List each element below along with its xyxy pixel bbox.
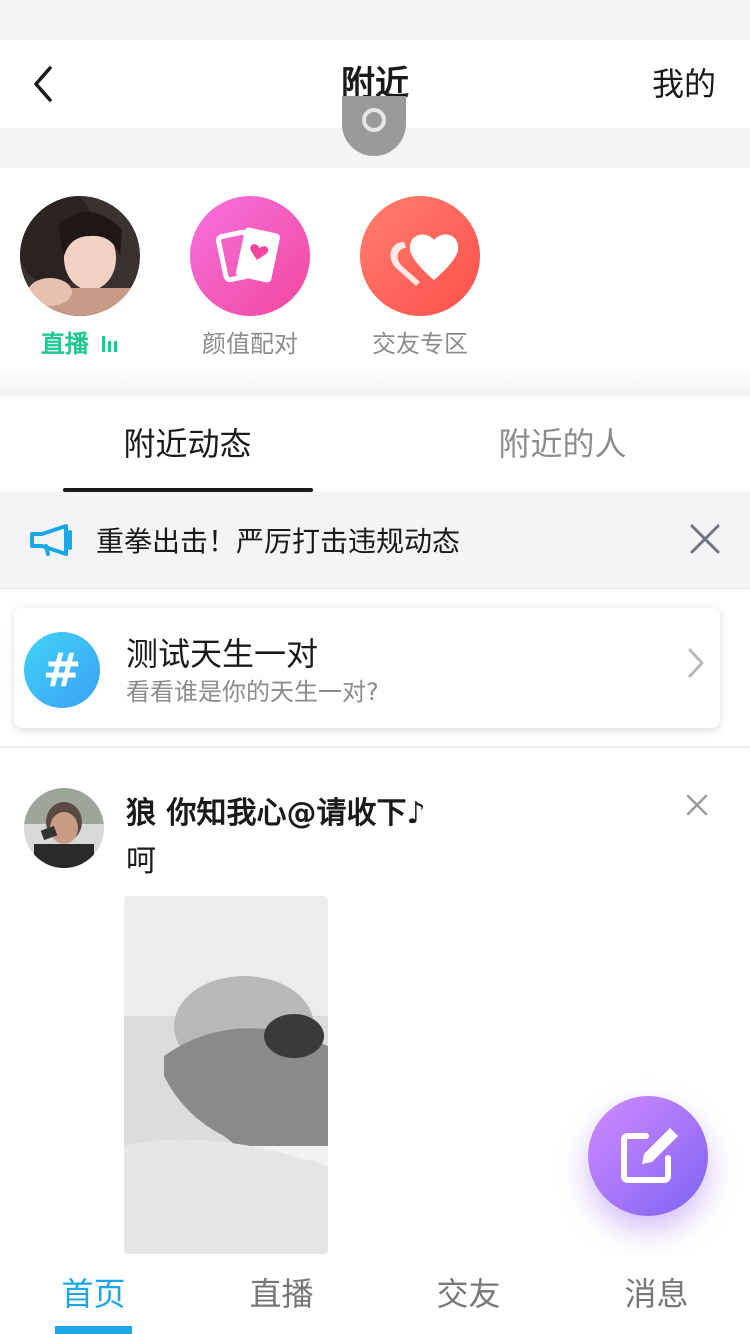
my-button[interactable]: 我的 (652, 62, 716, 106)
divider (0, 746, 750, 748)
cards-heart-icon (190, 196, 310, 316)
hearts-icon (360, 196, 480, 316)
bottom-tab-messages[interactable]: 消息 (563, 1274, 750, 1314)
compose-button[interactable] (588, 1096, 708, 1216)
shortcut-beauty-match-label: 颜值配对 (202, 330, 298, 358)
shortcut-live-label: 直播 (40, 330, 89, 358)
bottom-tab-friends[interactable]: 交友 (375, 1274, 562, 1314)
test-match-card[interactable] (14, 608, 720, 728)
tab-nearby-people[interactable]: 附近的人 (375, 396, 750, 492)
live-bars-icon (101, 329, 119, 361)
chevron-right-icon (688, 648, 704, 678)
shortcut-dating-zone[interactable]: 交友专区 (360, 196, 480, 360)
edit-icon (621, 1128, 678, 1183)
bottom-tab-live[interactable]: 直播 (188, 1274, 375, 1314)
post-author-avatar[interactable] (24, 788, 104, 868)
status-bar (0, 0, 750, 40)
post-text: 呵 (126, 844, 156, 879)
megaphone-icon (30, 524, 72, 556)
test-card-title: 测试天生一对 (126, 635, 319, 673)
post-photo[interactable] (124, 896, 328, 1254)
tab-bar: 附近动态 附近的人 (0, 396, 750, 492)
notice-text: 重拳出击！严厉打击违规动态 (96, 525, 461, 558)
post-author-name[interactable]: 狼 你知我心@请收下♪ (126, 794, 426, 834)
test-card-subtitle: 看看谁是你的天生一对? (126, 678, 379, 706)
hashtag-icon: # (24, 632, 100, 708)
close-notice-icon[interactable] (688, 522, 722, 556)
live-avatar (20, 196, 140, 316)
shortcut-dating-zone-label: 交友专区 (372, 330, 468, 358)
bottom-tab-indicator (55, 1326, 132, 1334)
tab-nearby-posts[interactable]: 附近动态 (0, 396, 375, 492)
shortcut-live[interactable]: 直播 (20, 196, 140, 361)
bottom-tab-home[interactable]: 首页 (0, 1274, 187, 1314)
close-post-icon[interactable] (684, 792, 710, 818)
shortcut-beauty-match[interactable]: 颜值配对 (190, 196, 310, 360)
separator (0, 366, 750, 396)
